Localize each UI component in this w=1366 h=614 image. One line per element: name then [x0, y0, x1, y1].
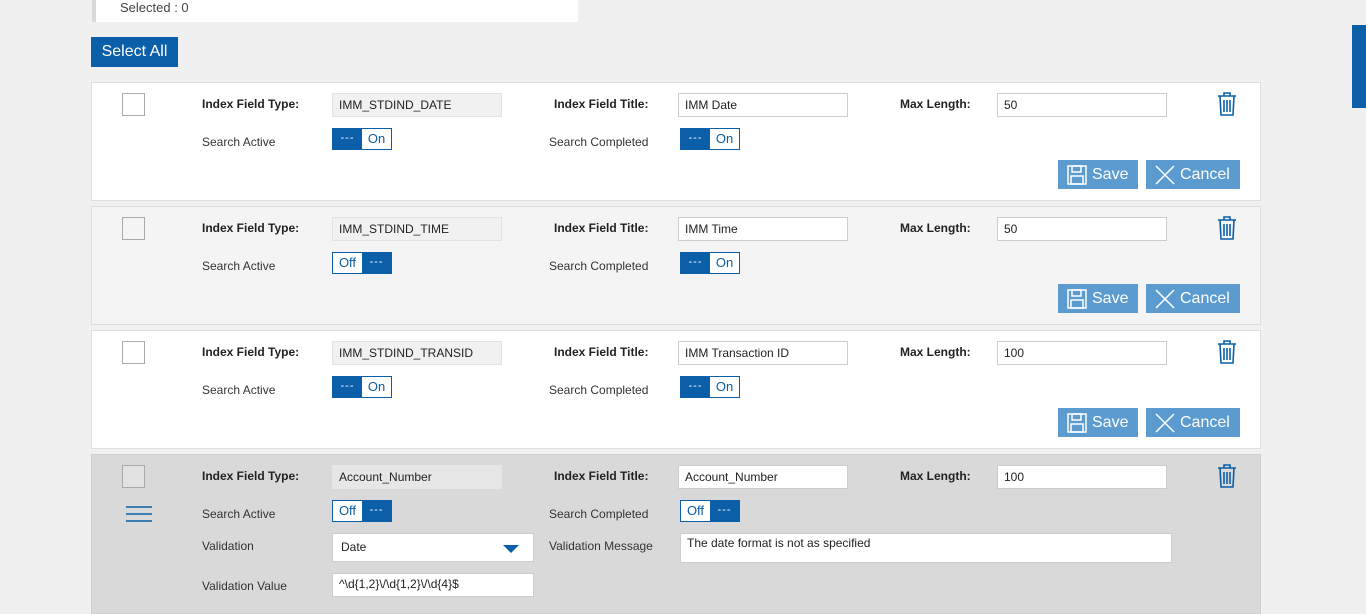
cancel-label: Cancel [1180, 289, 1230, 307]
search-active-label: Search Active [202, 383, 276, 397]
search-completed-label: Search Completed [549, 259, 649, 273]
row-checkbox[interactable] [122, 93, 145, 116]
toggle-handle: --- [710, 501, 739, 521]
index-field-card-expanded: Index Field Type: Account_Number Index F… [91, 454, 1261, 614]
row-checkbox[interactable] [122, 217, 145, 240]
search-active-label: Search Active [202, 135, 276, 149]
trash-icon[interactable] [1216, 339, 1238, 365]
selection-summary: Selected : 0 [92, 0, 578, 22]
toggle-state: Off [681, 501, 710, 521]
index-field-type-value: Account_Number [332, 465, 502, 489]
toggle-handle: --- [333, 377, 362, 397]
search-completed-label: Search Completed [549, 507, 649, 521]
index-field-title-label: Index Field Title: [554, 345, 649, 359]
drag-handle-icon[interactable] [126, 505, 152, 523]
search-active-label: Search Active [202, 259, 276, 273]
validation-selected: Date [341, 540, 367, 554]
save-icon [1067, 412, 1087, 433]
index-field-title-input[interactable]: IMM Date [678, 93, 848, 117]
select-all-button[interactable]: Select All [91, 37, 178, 67]
close-icon [1155, 164, 1175, 185]
max-length-label: Max Length: [900, 345, 971, 359]
index-field-type-label: Index Field Type: [202, 345, 300, 359]
validation-value-label: Validation Value [202, 579, 287, 593]
trash-icon[interactable] [1216, 463, 1238, 489]
save-icon [1067, 164, 1087, 185]
toggle-state: Off [333, 501, 362, 521]
save-button[interactable]: Save [1058, 284, 1138, 313]
validation-select[interactable]: Date [332, 533, 534, 562]
search-active-toggle[interactable]: Off --- [332, 500, 392, 522]
toggle-state: On [362, 377, 391, 397]
index-field-type-label: Index Field Type: [202, 469, 300, 483]
index-field-title-input[interactable]: IMM Time [678, 217, 848, 241]
search-active-toggle[interactable]: Off --- [332, 252, 392, 274]
toggle-state: On [362, 129, 391, 149]
validation-message-label: Validation Message [549, 539, 653, 553]
index-field-card: Index Field Type: IMM_STDIND_DATE Index … [91, 82, 1261, 201]
search-completed-toggle[interactable]: --- On [680, 128, 740, 150]
validation-message-input[interactable]: The date format is not as specified [680, 533, 1172, 563]
save-label: Save [1092, 165, 1129, 183]
validation-label: Validation [202, 539, 254, 553]
search-active-label: Search Active [202, 507, 276, 521]
toggle-state: Off [333, 253, 362, 273]
chevron-down-icon [503, 545, 519, 553]
toggle-handle: --- [681, 377, 710, 397]
row-checkbox[interactable] [122, 341, 145, 364]
toggle-state: On [710, 377, 739, 397]
max-length-label: Max Length: [900, 97, 971, 111]
cancel-button[interactable]: Cancel [1146, 284, 1240, 313]
validation-value-input[interactable]: ^\d{1,2}\/\d{1,2}\/\d{4}$ [332, 573, 534, 597]
trash-icon[interactable] [1216, 91, 1238, 117]
index-field-type-value: IMM_STDIND_DATE [332, 93, 502, 117]
max-length-label: Max Length: [900, 469, 971, 483]
search-completed-label: Search Completed [549, 383, 649, 397]
cancel-button[interactable]: Cancel [1146, 160, 1240, 189]
search-completed-toggle[interactable]: --- On [680, 376, 740, 398]
max-length-input[interactable]: 100 [997, 465, 1167, 489]
toggle-handle: --- [333, 129, 362, 149]
toggle-state: On [710, 129, 739, 149]
search-active-toggle[interactable]: --- On [332, 128, 392, 150]
index-field-title-input[interactable]: Account_Number [678, 465, 848, 489]
save-button[interactable]: Save [1058, 160, 1138, 189]
row-checkbox[interactable] [122, 465, 145, 488]
index-field-title-input[interactable]: IMM Transaction ID [678, 341, 848, 365]
index-field-type-label: Index Field Type: [202, 97, 300, 111]
toggle-handle: --- [681, 129, 710, 149]
toggle-handle: --- [362, 501, 391, 521]
toggle-handle: --- [362, 253, 391, 273]
trash-icon[interactable] [1216, 215, 1238, 241]
search-completed-label: Search Completed [549, 135, 649, 149]
search-active-toggle[interactable]: --- On [332, 376, 392, 398]
index-field-card: Index Field Type: IMM_STDIND_TIME Index … [91, 206, 1261, 325]
save-label: Save [1092, 413, 1129, 431]
index-field-card: Index Field Type: IMM_STDIND_TRANSID Ind… [91, 330, 1261, 449]
max-length-input[interactable]: 100 [997, 341, 1167, 365]
save-label: Save [1092, 289, 1129, 307]
save-icon [1067, 288, 1087, 309]
close-icon [1155, 288, 1175, 309]
side-panel-tab[interactable] [1352, 25, 1366, 108]
selected-count: Selected : 0 [120, 0, 189, 15]
max-length-input[interactable]: 50 [997, 217, 1167, 241]
index-field-type-value: IMM_STDIND_TIME [332, 217, 502, 241]
cancel-label: Cancel [1180, 165, 1230, 183]
toggle-handle: --- [681, 253, 710, 273]
search-completed-toggle[interactable]: --- On [680, 252, 740, 274]
toggle-state: On [710, 253, 739, 273]
cancel-button[interactable]: Cancel [1146, 408, 1240, 437]
max-length-label: Max Length: [900, 221, 971, 235]
index-field-type-value: IMM_STDIND_TRANSID [332, 341, 502, 365]
close-icon [1155, 412, 1175, 433]
index-field-title-label: Index Field Title: [554, 221, 649, 235]
index-field-type-label: Index Field Type: [202, 221, 300, 235]
index-field-title-label: Index Field Title: [554, 469, 649, 483]
save-button[interactable]: Save [1058, 408, 1138, 437]
index-field-title-label: Index Field Title: [554, 97, 649, 111]
max-length-input[interactable]: 50 [997, 93, 1167, 117]
search-completed-toggle[interactable]: Off --- [680, 500, 740, 522]
cancel-label: Cancel [1180, 413, 1230, 431]
